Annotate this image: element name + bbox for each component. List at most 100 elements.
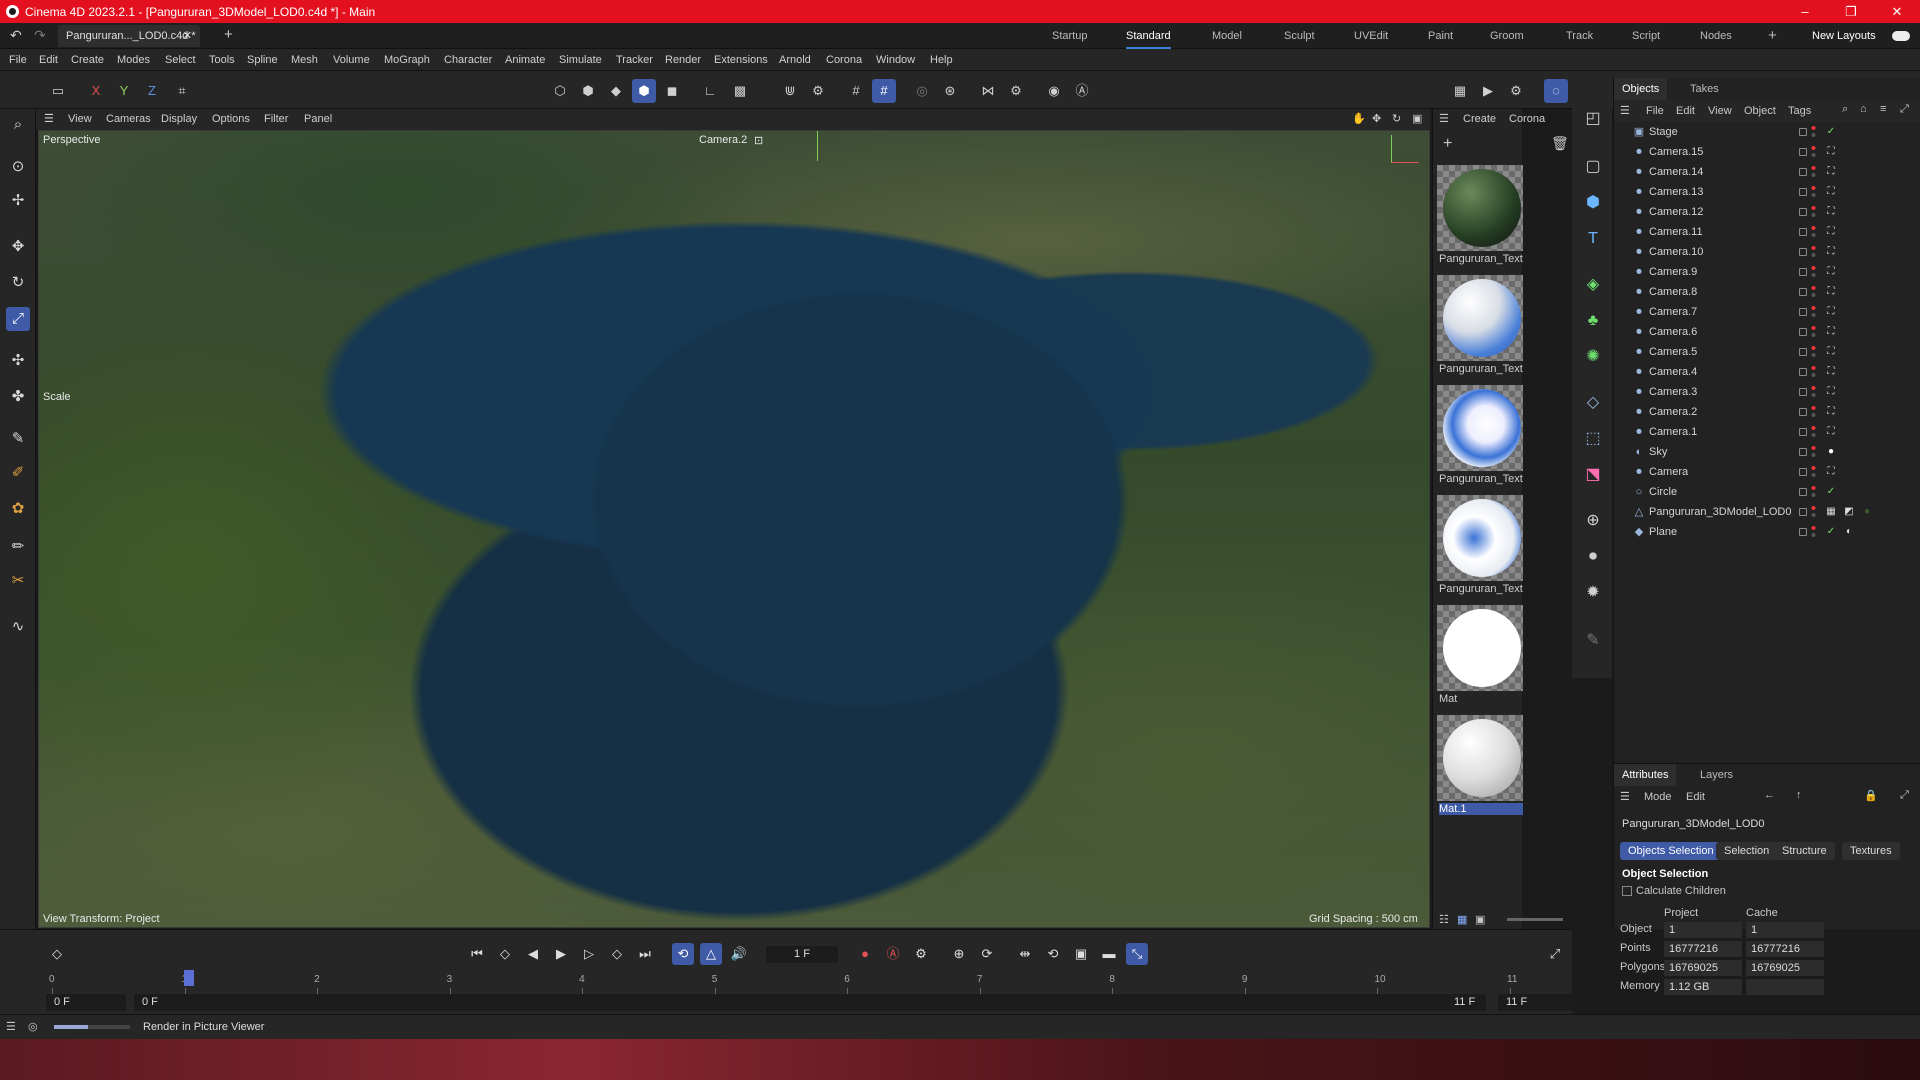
camera-view-icon[interactable]: ◰ — [1580, 106, 1606, 132]
transform-icon[interactable]: ✣ — [6, 349, 30, 373]
viewport-menu-cameras[interactable]: Cameras — [106, 109, 151, 130]
object-row[interactable]: ⏺ Camera.14 ⛶ — [1614, 162, 1920, 182]
attributes-hamburger-icon[interactable]: ☰ — [1620, 790, 1630, 803]
menu-mesh[interactable]: Mesh — [291, 49, 318, 71]
delete-material-icon[interactable]: 🗑 — [1551, 135, 1569, 152]
playhead-marker[interactable] — [184, 970, 194, 986]
add-layout-icon[interactable]: + — [1768, 23, 1777, 49]
protection-tag-icon[interactable]: ⛶ — [1824, 425, 1838, 439]
symmetry-settings-icon[interactable]: ⚙ — [1004, 79, 1028, 103]
viewport-icon[interactable]: ▭ — [46, 79, 70, 103]
objects-home-icon[interactable]: ⌂ — [1860, 103, 1867, 115]
mograph-cloner-icon[interactable]: ♣ — [1580, 308, 1606, 334]
visibility-dots-icon[interactable] — [1811, 265, 1816, 279]
visibility-dots-icon[interactable] — [1811, 185, 1816, 199]
visibility-dots-icon[interactable] — [1811, 125, 1816, 139]
grid-icon[interactable]: # — [844, 79, 868, 103]
object-row[interactable]: ⏺ Camera.5 ⛶ — [1614, 342, 1920, 362]
play-icon[interactable]: ▶ — [550, 943, 572, 965]
objects-menu-edit[interactable]: Edit — [1676, 105, 1695, 117]
snap-magnet-icon[interactable]: ⋓ — [778, 79, 802, 103]
active-camera-label[interactable]: Camera.2 — [699, 134, 747, 146]
edit-toggle-checkbox[interactable] — [1799, 328, 1807, 336]
polygons-mode-icon[interactable]: ◆ — [604, 79, 628, 103]
tab-attributes[interactable]: Attributes — [1614, 764, 1677, 786]
textures-button[interactable]: Textures — [1842, 842, 1900, 860]
protection-tag-icon[interactable]: ⛶ — [1824, 285, 1838, 299]
lock-icon[interactable]: 🔒 — [1864, 789, 1878, 802]
edit-toggle-checkbox[interactable] — [1799, 148, 1807, 156]
viewport-pan-icon[interactable]: ✋ — [1352, 109, 1366, 130]
up-arrow-icon[interactable]: ↑ — [1796, 789, 1802, 801]
close-tab-icon[interactable]: ✕ — [183, 25, 192, 47]
edit-toggle-checkbox[interactable] — [1799, 368, 1807, 376]
field-icon[interactable]: ⬚ — [1580, 426, 1606, 452]
back-arrow-icon[interactable]: ← — [1764, 789, 1775, 801]
protection-tag-icon[interactable]: ⛶ — [1824, 245, 1838, 259]
object-row[interactable]: ○ Circle ✓ — [1614, 482, 1920, 502]
next-frame-icon[interactable]: ▷ — [578, 943, 600, 965]
maximize-button[interactable]: ❐ — [1828, 0, 1874, 23]
viewport-maximize-icon[interactable]: ▣ — [1412, 109, 1422, 130]
timeline-expand-icon[interactable]: ⤢ — [1544, 943, 1566, 965]
new-tab-icon[interactable]: + — [224, 26, 233, 43]
axis-mode-icon[interactable]: ∟ — [698, 79, 722, 103]
interpolation-icon[interactable]: ⤡ — [1126, 943, 1148, 965]
visibility-dots-icon[interactable] — [1811, 505, 1816, 519]
selection-tools-icon[interactable]: ✢ — [6, 189, 30, 213]
protection-tag-icon[interactable]: ⛶ — [1824, 405, 1838, 419]
paint-brush-icon[interactable]: ✐ — [6, 461, 30, 485]
enabled-check-icon[interactable]: ✓ — [1824, 525, 1838, 539]
layout-nodes[interactable]: Nodes — [1700, 23, 1732, 49]
edit-toggle-checkbox[interactable] — [1799, 508, 1807, 516]
visibility-dots-icon[interactable] — [1811, 145, 1816, 159]
move-icon[interactable]: ✥ — [6, 235, 30, 259]
protection-tag-icon[interactable]: ⛶ — [1824, 165, 1838, 179]
edit-toggle-checkbox[interactable] — [1799, 528, 1807, 536]
tab-objects[interactable]: Objects — [1614, 78, 1668, 100]
text-object-icon[interactable]: T — [1580, 226, 1606, 252]
edit-toggle-checkbox[interactable] — [1799, 488, 1807, 496]
edit-toggle-checkbox[interactable] — [1799, 428, 1807, 436]
large-view-icon[interactable]: ▣ — [1475, 913, 1485, 926]
volume-icon[interactable]: ⬔ — [1580, 462, 1606, 488]
status-hamburger-icon[interactable]: ☰ — [6, 1020, 16, 1033]
material-item[interactable]: Pangururan_Textu — [1435, 385, 1525, 489]
snap-settings-icon[interactable]: ⚙ — [806, 79, 830, 103]
edit-toggle-checkbox[interactable] — [1799, 308, 1807, 316]
key-rotation-icon[interactable]: ⟳ — [976, 943, 998, 965]
visibility-dots-icon[interactable] — [1811, 385, 1816, 399]
object-row[interactable]: ⏺ Camera.12 ⛶ — [1614, 202, 1920, 222]
material-menu-corona[interactable]: Corona — [1509, 113, 1545, 125]
material-item[interactable]: Pangururan_Textu — [1435, 165, 1525, 269]
attributes-menu-mode[interactable]: Mode — [1644, 791, 1672, 803]
edit-toggle-checkbox[interactable] — [1799, 408, 1807, 416]
menu-tracker[interactable]: Tracker — [616, 49, 653, 71]
edit-toggle-checkbox[interactable] — [1799, 208, 1807, 216]
edit-toggle-checkbox[interactable] — [1799, 168, 1807, 176]
viewport-menu-display[interactable]: Display — [161, 109, 197, 130]
object-row[interactable]: ⏺ Camera.6 ⛶ — [1614, 322, 1920, 342]
material-menu-create[interactable]: Create — [1463, 113, 1496, 125]
edit-toggle-checkbox[interactable] — [1799, 188, 1807, 196]
menu-help[interactable]: Help — [930, 49, 953, 71]
object-row[interactable]: ◐ Sky ● — [1614, 442, 1920, 462]
material-tag-icon[interactable]: ● — [1860, 505, 1874, 519]
preview-start-field[interactable]: 0 F — [134, 994, 1486, 1011]
edit-toggle-checkbox[interactable] — [1799, 288, 1807, 296]
cube-primitive-icon[interactable]: ⬢ — [1580, 190, 1606, 216]
object-mode-icon[interactable]: ◼ — [660, 79, 684, 103]
sound-icon[interactable]: 🔊 — [728, 943, 750, 965]
edit-toggle-checkbox[interactable] — [1799, 128, 1807, 136]
material-tag-icon[interactable]: ◐ — [1842, 525, 1856, 539]
menu-modes[interactable]: Modes — [117, 49, 150, 71]
object-row[interactable]: ⏺ Camera.11 ⛶ — [1614, 222, 1920, 242]
visibility-dots-icon[interactable] — [1811, 325, 1816, 339]
visibility-dots-icon[interactable] — [1811, 425, 1816, 439]
layout-script[interactable]: Script — [1632, 23, 1660, 49]
menu-simulate[interactable]: Simulate — [559, 49, 602, 71]
preview-size-slider[interactable] — [1507, 918, 1563, 921]
effector-icon[interactable]: ✺ — [1580, 344, 1606, 370]
object-row[interactable]: ⏺ Camera ⛶ — [1614, 462, 1920, 482]
viewport-rotate-icon[interactable]: ↻ — [1392, 109, 1401, 130]
